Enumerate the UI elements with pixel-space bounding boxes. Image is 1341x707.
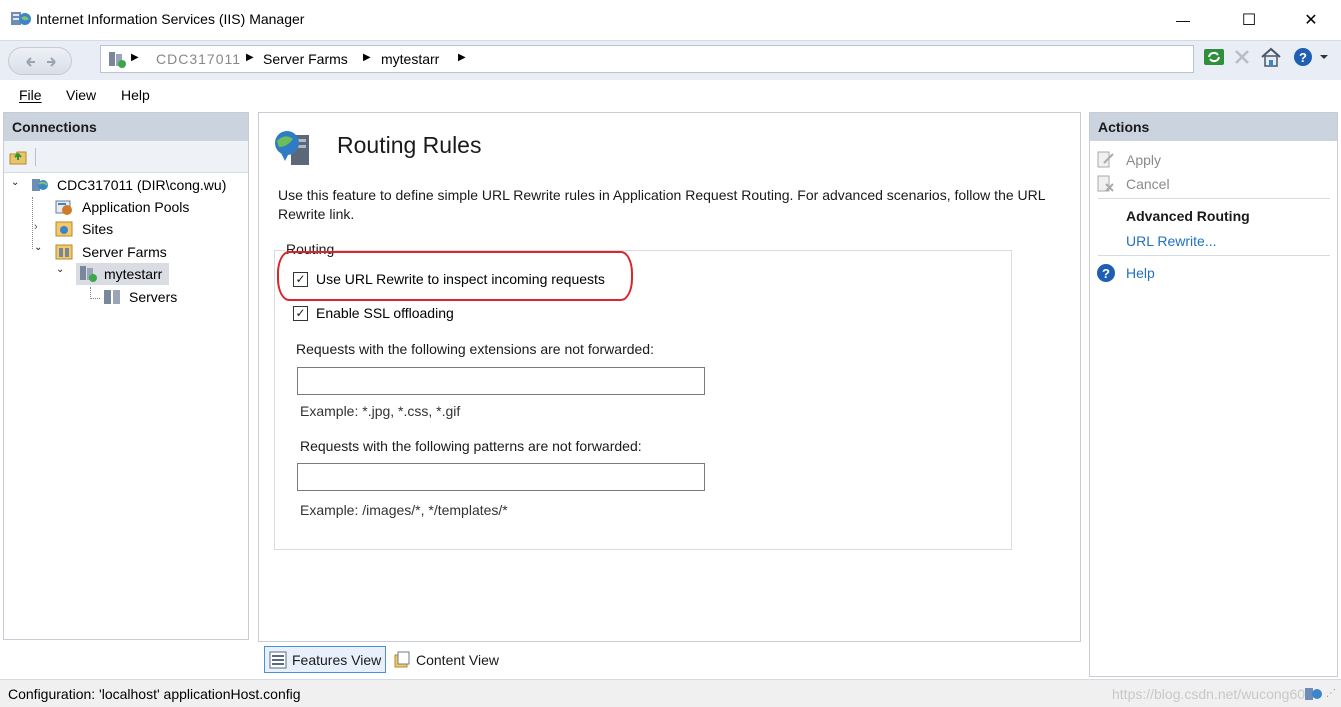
maximize-button[interactable]: ☐: [1226, 0, 1272, 40]
server-farm-icon: [80, 266, 97, 282]
watermark-text: https://blog.csdn.net/wucong60: [1112, 686, 1306, 702]
server-farm-icon: [109, 52, 126, 68]
tree-line: [90, 287, 100, 299]
help-icon: ?: [1097, 264, 1115, 282]
stop-button[interactable]: [1231, 47, 1253, 70]
application-pools-icon: [55, 200, 72, 215]
help-action[interactable]: ? Help: [1096, 263, 1155, 283]
content-view-icon: [394, 651, 410, 667]
home-icon: [1261, 47, 1281, 67]
refresh-button[interactable]: [1203, 47, 1225, 70]
patterns-input[interactable]: [297, 463, 705, 491]
features-view-button[interactable]: Features View: [264, 646, 387, 673]
minimize-button[interactable]: —: [1160, 0, 1206, 40]
close-button[interactable]: ✕: [1288, 0, 1334, 40]
menu-file[interactable]: File: [19, 87, 42, 103]
enable-ssl-offloading-label[interactable]: Enable SSL offloading: [316, 305, 454, 321]
breadcrumb-farm[interactable]: mytestarr: [381, 51, 439, 67]
routing-rules-panel: Routing Rules Use this feature to define…: [258, 112, 1081, 642]
svg-text:?: ?: [1299, 50, 1307, 65]
toolbar-divider: [35, 148, 36, 166]
home-button[interactable]: [1259, 46, 1283, 71]
minimize-icon: —: [1176, 12, 1190, 28]
menu-bar: File View Help: [0, 80, 1341, 110]
tree-server-label: CDC317011 (DIR\cong.wu): [57, 177, 227, 193]
patterns-label: Requests with the following patterns are…: [300, 438, 642, 454]
tree-app-pools-label: Application Pools: [82, 199, 190, 215]
actions-header: Actions: [1090, 113, 1337, 141]
tree-line: [32, 197, 33, 249]
maximize-icon: ☐: [1241, 12, 1257, 29]
cancel-action[interactable]: Cancel: [1096, 175, 1170, 193]
patterns-example: Example: /images/*, */templates/*: [300, 502, 508, 518]
tree-sites-label: Sites: [82, 221, 114, 237]
tree-farm-label: mytestarr: [104, 266, 163, 282]
enable-ssl-offloading-checkbox[interactable]: ✓: [293, 305, 308, 321]
address-bar: ▶ CDC317011 ▶ Server Farms ▶ mytestarr ▶…: [0, 40, 1341, 80]
server-farms-icon: [55, 244, 73, 260]
chevron-right-icon: ▶: [363, 52, 371, 63]
title-bar: Internet Information Services (IIS) Mana…: [0, 0, 1341, 40]
routing-rules-icon: [273, 129, 315, 169]
chevron-right-icon: ▶: [131, 52, 139, 63]
extensions-example: Example: *.jpg, *.css, *.gif: [300, 403, 461, 419]
page-title: Routing Rules: [337, 132, 482, 158]
breadcrumb-server[interactable]: CDC317011: [156, 51, 241, 67]
window-title: Internet Information Services (IIS) Mana…: [36, 11, 305, 27]
stop-icon: [1235, 50, 1249, 64]
advanced-routing-heading: Advanced Routing: [1126, 208, 1250, 224]
apply-label: Apply: [1126, 152, 1162, 168]
close-icon: ✕: [1304, 12, 1318, 29]
connections-pane: Connections ⌄ CDC317011 (DIR\cong.wu) Ap…: [3, 112, 249, 640]
actions-divider: [1098, 255, 1330, 256]
help-icon: ?: [1294, 48, 1328, 66]
tree-server-farms-label: Server Farms: [82, 244, 167, 260]
features-view-icon: [269, 651, 287, 668]
breadcrumb-server-farms[interactable]: Server Farms: [263, 51, 348, 67]
actions-pane: Actions Apply Cancel Advanced Routing UR…: [1089, 112, 1338, 677]
menu-view[interactable]: View: [66, 87, 96, 103]
chevron-right-icon: ▶: [458, 52, 466, 63]
chevron-down-icon[interactable]: ⌄: [56, 264, 64, 275]
connections-header: Connections: [4, 113, 248, 141]
ssl-offloading-option[interactable]: ✓ Enable SSL offloading: [293, 305, 454, 321]
menu-help[interactable]: Help: [121, 87, 150, 103]
svg-text:?: ?: [1102, 266, 1110, 281]
connections-toolbar: [4, 141, 248, 173]
refresh-icon: [1204, 49, 1224, 65]
extensions-input[interactable]: [297, 367, 705, 395]
servers-icon: [104, 290, 120, 304]
chevron-right-icon: ▶: [246, 52, 254, 63]
content-view-button[interactable]: Content View: [389, 646, 503, 673]
features-view-label: Features View: [292, 651, 382, 668]
connection-status-icon: [1305, 688, 1322, 700]
cancel-icon: [1097, 175, 1114, 192]
page-description: Use this feature to define simple URL Re…: [278, 187, 1046, 222]
status-text: Configuration: 'localhost' applicationHo…: [8, 686, 301, 702]
apply-icon: [1097, 151, 1114, 168]
apply-action[interactable]: Apply: [1096, 151, 1161, 169]
tree-servers-label: Servers: [129, 289, 178, 305]
content-view-label: Content View: [416, 651, 500, 668]
chevron-right-icon[interactable]: ›: [34, 221, 38, 233]
help-label: Help: [1126, 265, 1155, 281]
actions-divider: [1098, 198, 1330, 199]
status-bar: Configuration: 'localhost' applicationHo…: [0, 679, 1341, 707]
red-highlight-annotation: [277, 251, 633, 301]
resize-grip-icon[interactable]: ⋰: [1326, 688, 1336, 699]
create-connection-icon[interactable]: [9, 148, 27, 166]
server-icon: [32, 179, 48, 191]
url-rewrite-link[interactable]: URL Rewrite...: [1126, 233, 1217, 249]
chevron-down-icon[interactable]: ⌄: [11, 177, 19, 188]
iis-app-icon: [11, 10, 31, 28]
cancel-label: Cancel: [1126, 176, 1170, 192]
chevron-down-icon[interactable]: ⌄: [34, 242, 42, 253]
sites-icon: [55, 221, 73, 237]
extensions-label: Requests with the following extensions a…: [296, 341, 654, 357]
arrow-back-icon[interactable]: [15, 53, 67, 71]
back-forward-buttons[interactable]: [8, 47, 72, 75]
breadcrumb[interactable]: ▶ CDC317011 ▶ Server Farms ▶ mytestarr ▶: [100, 45, 1194, 73]
help-dropdown-button[interactable]: ?: [1292, 46, 1332, 71]
